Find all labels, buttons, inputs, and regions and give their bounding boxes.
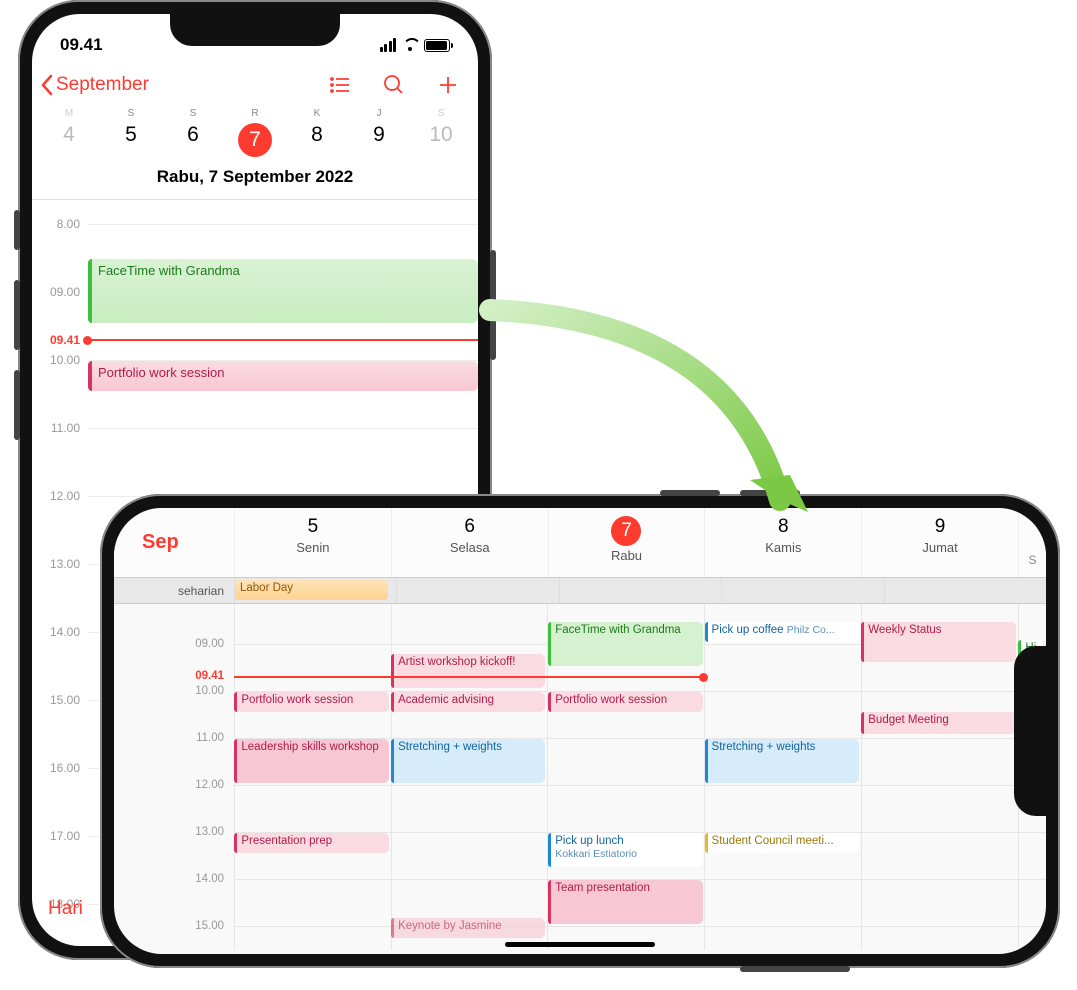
add-icon[interactable] [436,73,460,97]
phone-side-button [490,250,496,360]
wifi-icon [401,38,419,52]
date-cell[interactable]: 6 [162,123,224,157]
day-header[interactable]: 5Senin [234,508,391,577]
week-body[interactable]: FaceTime with Grandma Pick up coffee Phi… [234,604,1046,950]
now-indicator [234,676,704,678]
phone-landscape-frame: Sep 5Senin 6Selasa 7Rabu 8Kamis 9Jumat S… [100,494,1060,968]
hour-label: 09.00 [36,285,80,299]
event-academic-advising[interactable]: Academic advising [391,692,545,712]
day-header-selected[interactable]: 7Rabu [548,508,705,577]
full-date-heading: Rabu, 7 September 2022 [32,167,478,200]
back-button[interactable]: September [40,74,328,96]
event-pickup-lunch[interactable]: Pick up lunchKokkari Estiatorio [548,833,702,867]
chevron-left-icon [40,74,54,96]
hour-label: 12.00 [195,779,224,791]
date-cell[interactable]: 5 [100,123,162,157]
week-grid[interactable]: 09.00 09.41 10.00 11.00 12.00 13.00 14.0… [114,604,1046,950]
event-facetime-grandma[interactable]: FaceTime with Grandma [88,259,478,323]
phone-volume-down [14,370,20,440]
hour-label: 11.00 [196,732,224,744]
now-indicator: 09.41 [88,339,478,341]
hour-label: 14.00 [195,873,224,885]
hour-label: 13.00 [195,826,224,838]
dow: J [348,108,410,119]
event-artist-workshop[interactable]: Artist workshop kickoff! [391,654,545,688]
landscape-screen: Sep 5Senin 6Selasa 7Rabu 8Kamis 9Jumat S… [114,508,1046,954]
phone-volume-up [14,280,20,350]
dow: S [410,108,472,119]
dow: S [100,108,162,119]
notch [1014,646,1046,816]
phone-side-button [740,966,850,972]
event-weekly-status[interactable]: Weekly Status [861,622,1015,662]
time-gutter: 09.00 09.41 10.00 11.00 12.00 13.00 14.0… [114,604,234,950]
phone-volume-button [660,490,720,496]
event-budget-meeting[interactable]: Budget Meeting [861,712,1015,734]
allday-label: seharian [114,578,234,603]
hour-label: 11.00 [36,421,80,435]
event-presentation-prep[interactable]: Presentation prep [234,833,388,853]
status-time: 09.41 [60,35,103,55]
hour-label: 15.00 [36,693,80,707]
month-button[interactable]: Sep [114,508,234,577]
dow: S [162,108,224,119]
allday-row: seharian Labor Day [114,578,1046,604]
event-student-council[interactable]: Student Council meeti... [705,833,859,853]
event-leadership-workshop[interactable]: Leadership skills workshop [234,739,388,783]
cellular-signal-icon [380,38,397,52]
now-time: 09.41 [36,333,80,347]
event-stretching[interactable]: Stretching + weights [391,739,545,783]
day-header[interactable]: 9Jumat [861,508,1018,577]
day-header-partial[interactable]: S [1018,508,1046,577]
nav-bar: September [32,62,478,108]
event-pickup-coffee[interactable]: Pick up coffee Philz Co... [705,622,859,642]
dow: M [38,108,100,119]
home-indicator[interactable] [505,942,655,947]
event-stretching[interactable]: Stretching + weights [705,739,859,783]
day-header[interactable]: 6Selasa [391,508,548,577]
date-cell-selected[interactable]: 7 [224,123,286,157]
hour-label: 12.00 [36,489,80,503]
phone-mute-switch [14,210,20,250]
hour-label: 13.00 [36,557,80,571]
hour-label: 14.00 [36,625,80,639]
bottom-hari-label[interactable]: Hari [48,898,83,920]
hour-label: 10.00 [36,353,80,367]
search-icon[interactable] [382,73,406,97]
back-label: September [56,74,149,96]
battery-icon [424,39,450,52]
event-portfolio-session[interactable]: Portfolio work session [88,361,478,391]
event-keynote[interactable]: Keynote by Jasmine [391,918,545,938]
hour-label: 8.00 [36,217,80,231]
hour-label: 10.00 [195,685,224,697]
now-time: 09.41 [195,670,224,682]
date-cell[interactable]: 4 [38,123,100,157]
day-header[interactable]: 8Kamis [704,508,861,577]
hour-label: 09.00 [195,638,224,650]
event-team-presentation[interactable]: Team presentation [548,880,702,924]
allday-event-labor-day[interactable]: Labor Day [234,580,388,600]
dow: R [224,108,286,119]
week-header: Sep 5Senin 6Selasa 7Rabu 8Kamis 9Jumat S [114,508,1046,578]
hour-label: 16.00 [36,761,80,775]
date-cell[interactable]: 9 [348,123,410,157]
list-icon[interactable] [328,73,352,97]
status-icons [380,38,451,52]
date-cell[interactable]: 10 [410,123,472,157]
event-portfolio[interactable]: Portfolio work session [548,692,702,712]
dow: K [286,108,348,119]
event-facetime-grandma[interactable]: FaceTime with Grandma [548,622,702,666]
date-cell[interactable]: 8 [286,123,348,157]
event-portfolio[interactable]: Portfolio work session [234,692,388,712]
date-row: 4 5 6 7 8 9 10 [32,119,478,167]
phone-volume-button [740,490,800,496]
weekday-row: M S S R K J S [32,108,478,119]
hour-label: 17.00 [36,829,80,843]
notch [170,14,340,46]
hour-label: 15.00 [195,920,224,932]
